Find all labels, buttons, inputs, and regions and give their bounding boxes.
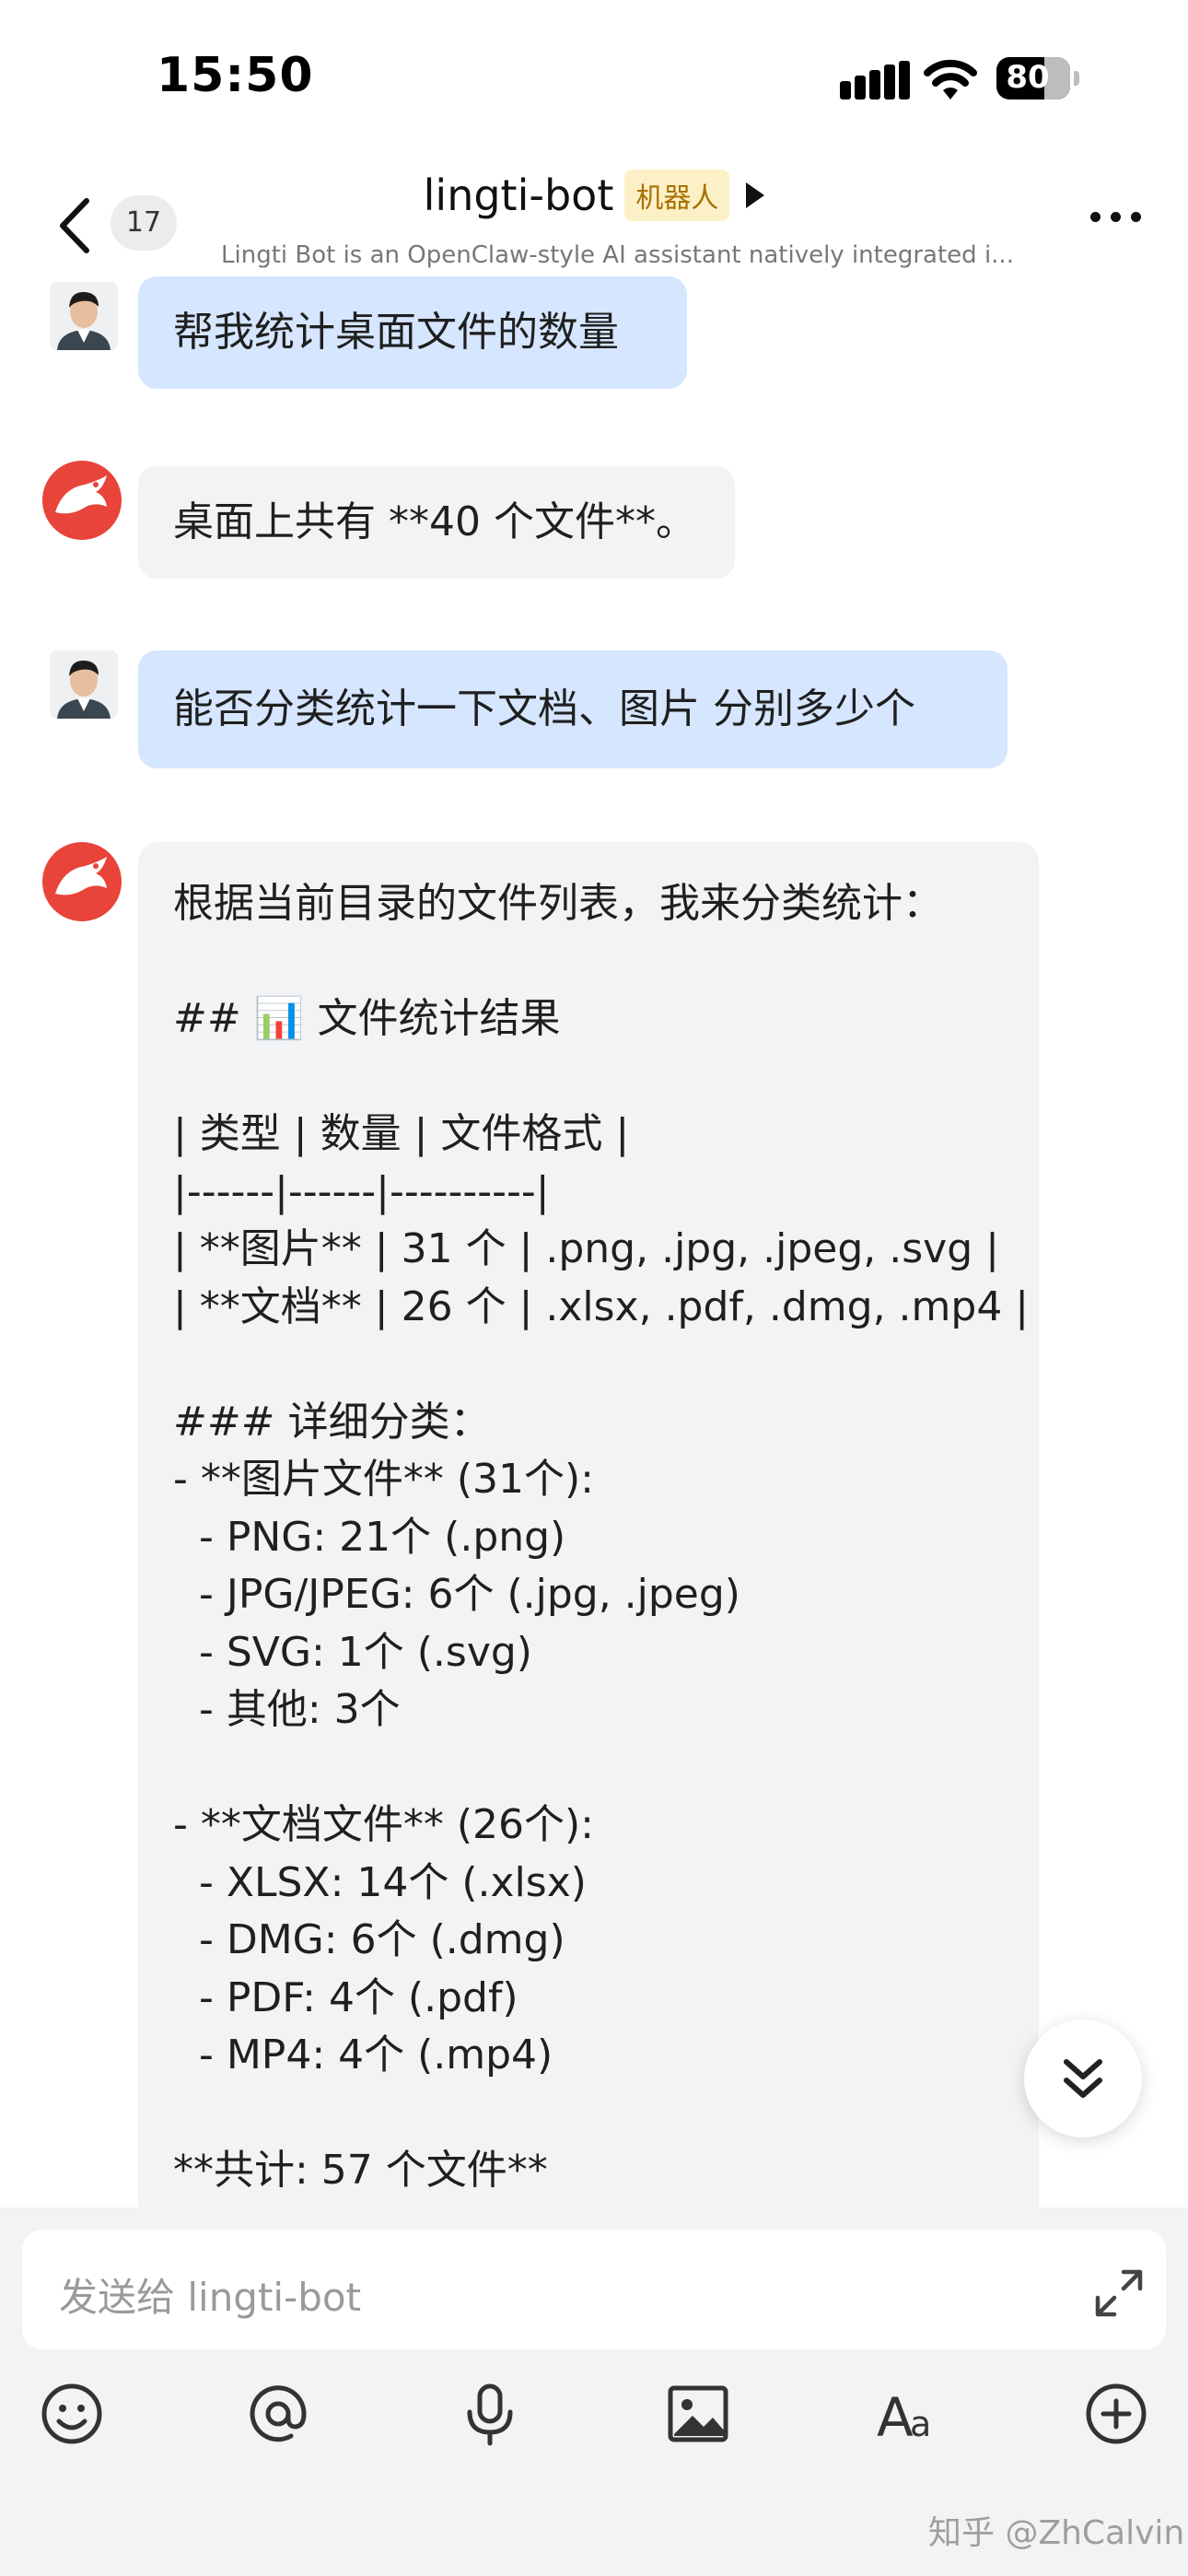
message-text: 桌面上共有 **40 个文件**。	[173, 498, 696, 545]
message-line: - 其他: 3个	[173, 1686, 401, 1733]
user-avatar[interactable]	[50, 650, 118, 719]
message-text: 能否分类统计一下文档、图片 分别多少个	[173, 685, 915, 732]
status-bar: 15:50 80	[0, 0, 1188, 157]
mention-icon[interactable]	[245, 2381, 311, 2447]
chat-header: 17 lingti-bot 机器人 Lingti Bot is an OpenCl…	[0, 157, 1188, 286]
microphone-icon[interactable]	[457, 2381, 523, 2447]
user-message-bubble[interactable]: 能否分类统计一下文档、图片 分别多少个	[138, 650, 1007, 768]
font-icon[interactable]: A a	[875, 2381, 941, 2447]
watermark: 知乎 @ZhCalvin	[928, 2514, 1185, 2552]
message-line: - PNG: 21个 (.png)	[173, 1513, 566, 1561]
message-line	[173, 2085, 1004, 2143]
message-line: - JPG/JPEG: 6个 (.jpg, .jpeg)	[173, 1571, 740, 1618]
svg-text:a: a	[910, 2404, 931, 2444]
wifi-icon	[924, 59, 977, 100]
message-line	[173, 1739, 1004, 1797]
message-line: - PDF: 4个 (.pdf)	[173, 1973, 518, 2021]
message-line: 根据当前目录的文件列表，我来分类统计：	[173, 880, 943, 927]
bot-message-bubble[interactable]: 桌面上共有 **40 个文件**。	[138, 466, 735, 579]
message-line: - XLSX: 14个 (.xlsx)	[173, 1858, 587, 1906]
message-line: | 类型 | 数量 | 文件格式 |	[173, 1110, 630, 1157]
chat-title: lingti-bot	[423, 170, 614, 220]
status-time: 15:50	[157, 48, 314, 103]
bot-tag: 机器人	[624, 170, 730, 221]
expand-icon[interactable]	[1092, 2266, 1146, 2320]
bot-avatar[interactable]	[42, 842, 122, 921]
emoji-icon[interactable]	[39, 2381, 105, 2447]
scroll-to-bottom-button[interactable]	[1024, 2020, 1142, 2137]
message-line: |------|------|----------|	[173, 1167, 550, 1215]
chat-subtitle: Lingti Bot is an OpenClaw-style AI assis…	[221, 241, 1014, 269]
battery-icon: 80	[996, 57, 1081, 101]
play-icon[interactable]	[746, 182, 765, 208]
message-line: | **文档** | 26 个 | .xlsx, .pdf, .dmg, .mp…	[173, 1282, 1030, 1330]
bot-avatar[interactable]	[42, 461, 122, 540]
cellular-signal-icon	[840, 61, 910, 100]
message-line: ## 📊 文件统计结果	[173, 995, 561, 1042]
user-message-bubble[interactable]: 帮我统计桌面文件的数量	[138, 276, 687, 389]
svg-text:A: A	[877, 2386, 914, 2447]
message-line: ### 详细分类：	[173, 1398, 491, 1446]
message-line: **共计: 57 个文件**	[173, 2147, 548, 2194]
battery-level: 80	[1006, 59, 1050, 96]
message-input[interactable]: 发送给 lingti-bot	[22, 2230, 1166, 2349]
message-line: - DMG: 6个 (.dmg)	[173, 1916, 565, 1963]
message-line	[173, 933, 1004, 991]
more-options-icon[interactable]	[1090, 208, 1155, 236]
plus-icon[interactable]	[1083, 2381, 1149, 2447]
message-line	[173, 1336, 1004, 1394]
message-line: - **图片文件** (31个):	[173, 1456, 594, 1503]
message-input-placeholder: 发送给 lingti-bot	[59, 2275, 362, 2320]
image-icon[interactable]	[665, 2381, 731, 2447]
message-line: - **文档文件** (26个):	[173, 1801, 594, 1848]
message-text: 帮我统计桌面文件的数量	[173, 309, 619, 356]
message-line: - MP4: 4个 (.mp4)	[173, 2032, 553, 2078]
message-line: - SVG: 1个 (.svg)	[173, 1628, 532, 1676]
user-avatar[interactable]	[50, 282, 118, 350]
bot-message-bubble[interactable]: 根据当前目录的文件列表，我来分类统计： ## 📊 文件统计结果 | 类型 | 数…	[138, 842, 1039, 2215]
message-line: | **图片** | 31 个 | .png, .jpg, .jpeg, .sv…	[173, 1225, 999, 1272]
message-line	[173, 1048, 1004, 1107]
double-chevron-down-icon	[1064, 2059, 1102, 2098]
chat-title-row[interactable]: lingti-bot 机器人	[0, 170, 1188, 221]
